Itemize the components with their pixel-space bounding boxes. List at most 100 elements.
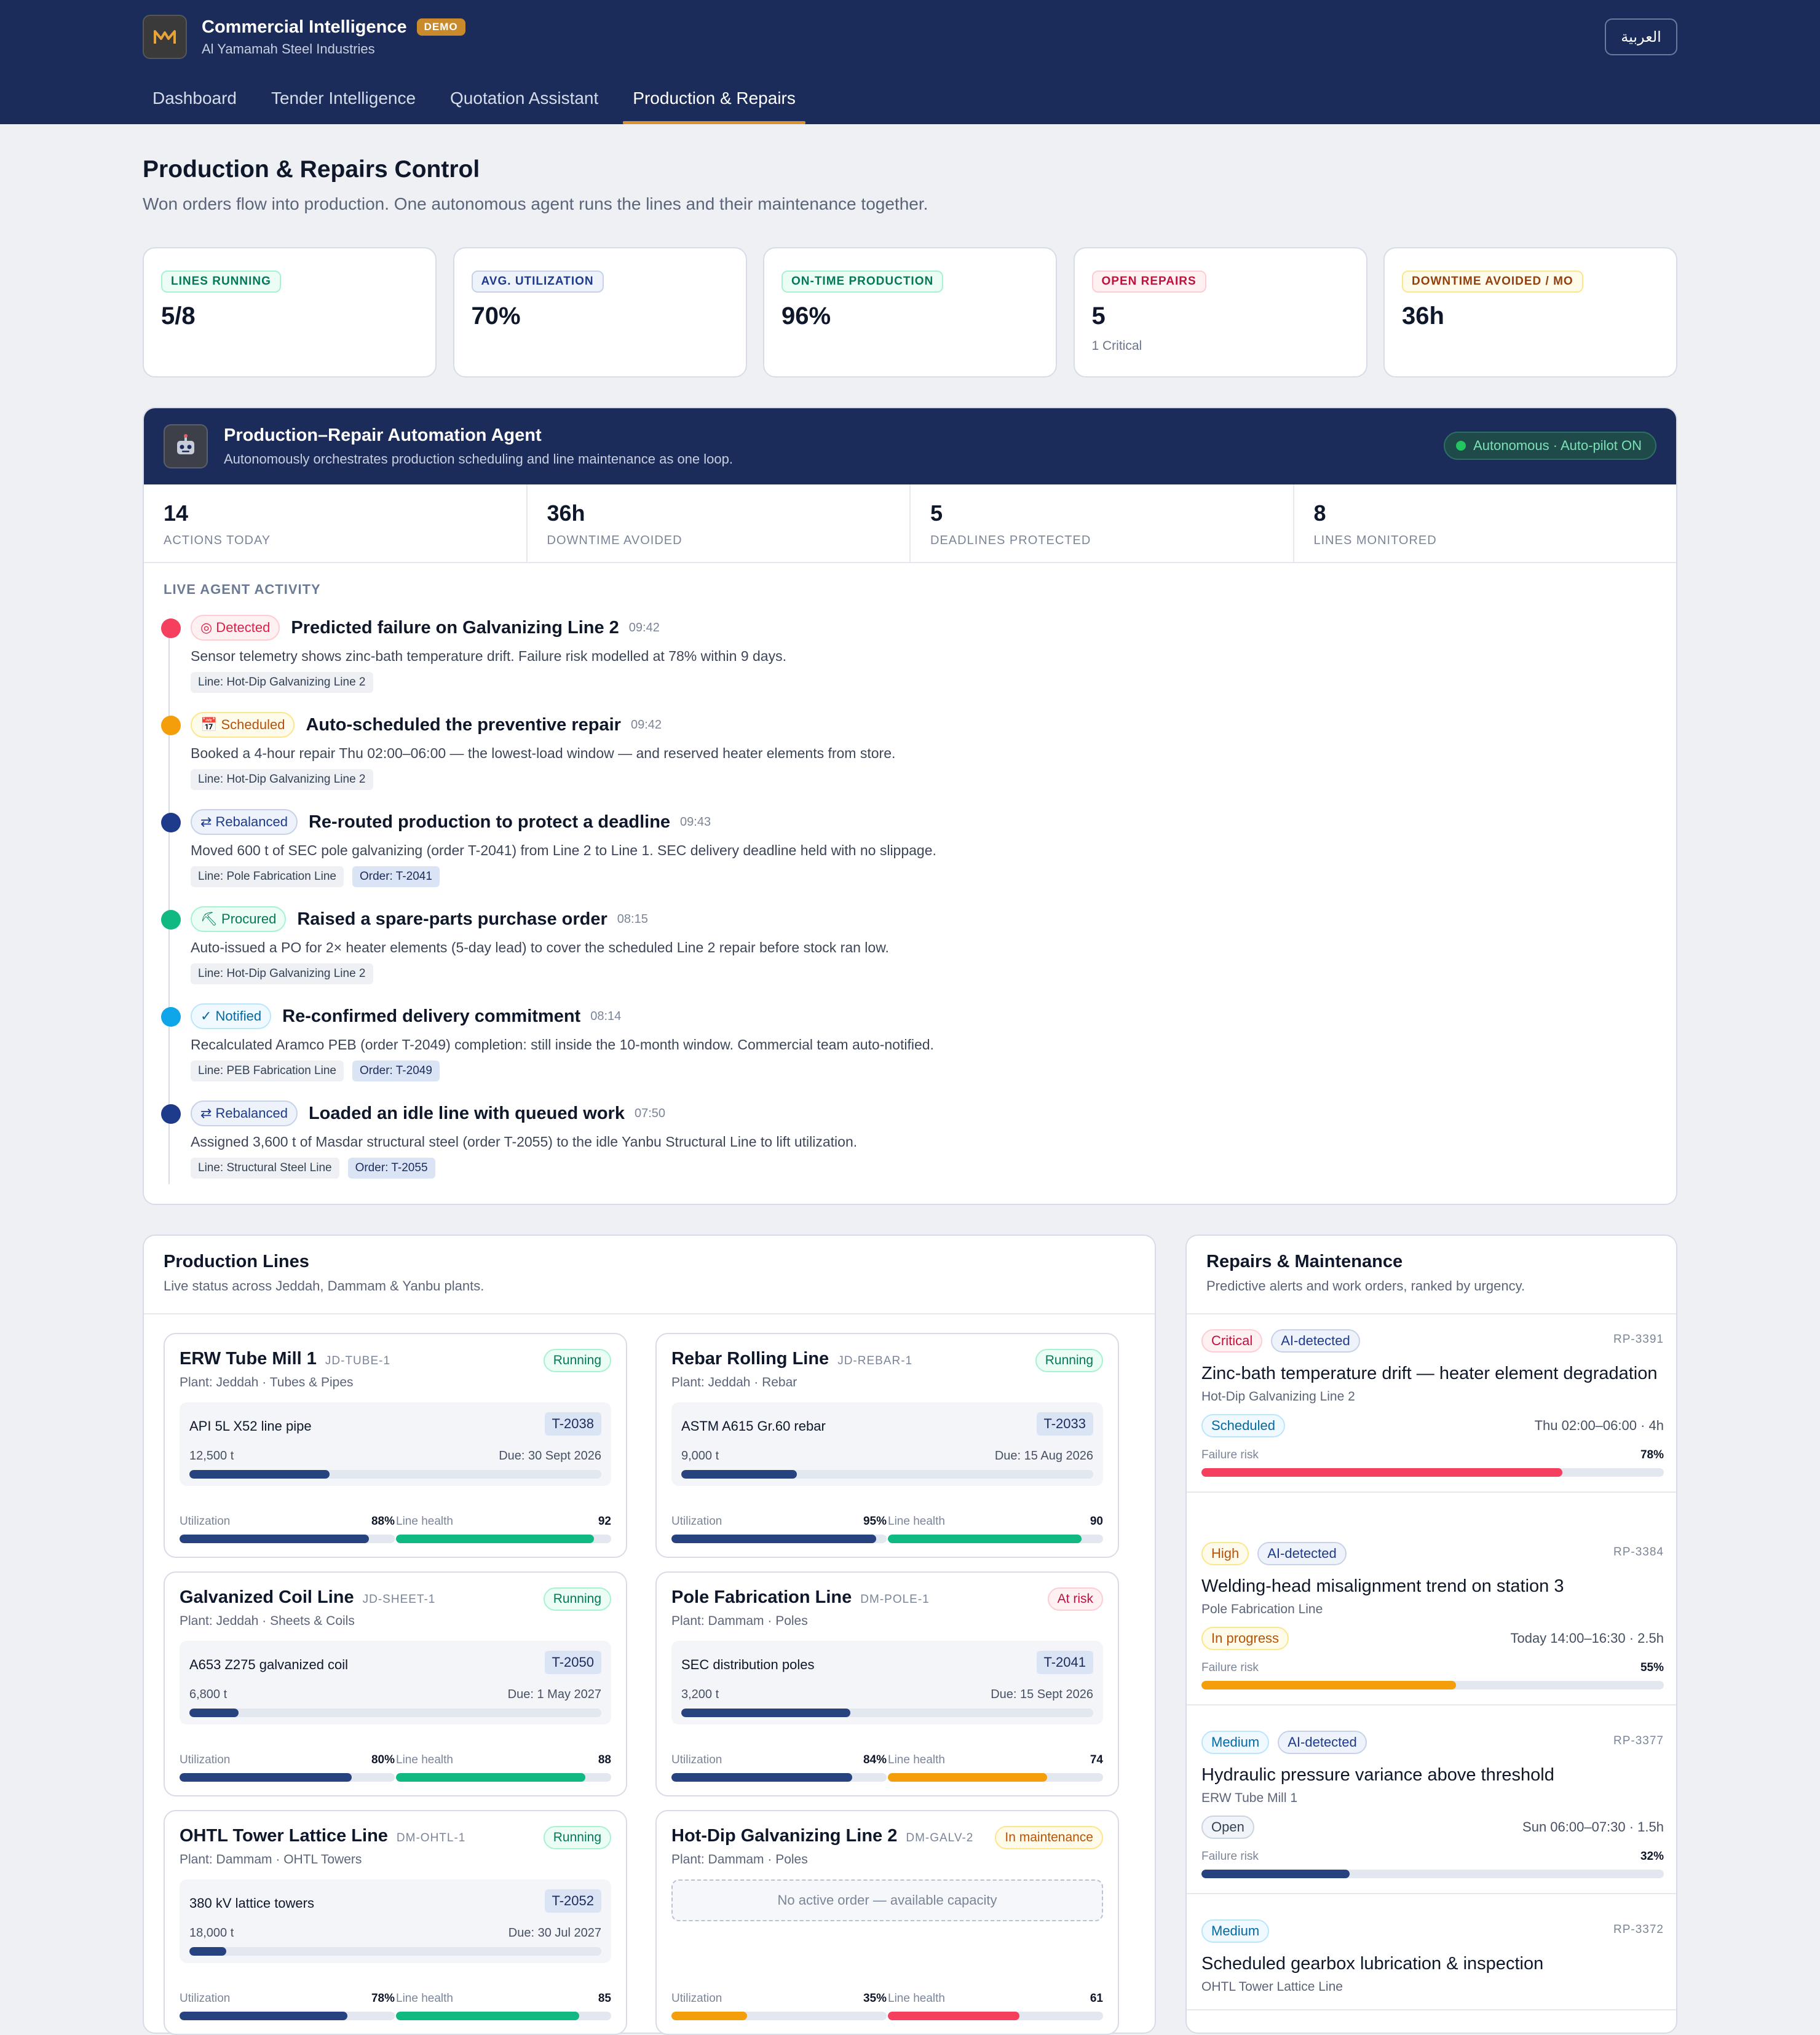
activity-item[interactable]: ✓ Notified Re-confirmed delivery commitme… [156, 1002, 1656, 1099]
priority-badge: Medium [1201, 1731, 1270, 1754]
agent-stat-value: 5 [930, 500, 943, 526]
line-tag[interactable]: Line: PEB Fabrication Line [191, 1061, 344, 1081]
status-dot-icon [161, 1104, 181, 1124]
activity-item[interactable]: ⛏ Procured Raised a spare-parts purchase … [156, 905, 1656, 1002]
line-health-metric: Line health 74 [888, 1753, 1103, 1782]
utilization-fill [671, 1773, 852, 1782]
utilization-fill [180, 2012, 347, 2020]
line-tag[interactable]: Line: Hot-Dip Galvanizing Line 2 [191, 769, 373, 790]
nav-tab-dashboard[interactable]: Dashboard [143, 86, 247, 124]
production-line-card[interactable]: Galvanized Coil Line JD-SHEET-1 Running Pla… [164, 1571, 627, 1796]
kpi-card: ON-TIME PRODUCTION 96% [763, 247, 1057, 377]
line-health-row: Line health 90 [888, 1515, 1103, 1528]
line-name: Galvanized Coil Line [180, 1587, 354, 1607]
status-dot-icon [161, 910, 181, 930]
order-id[interactable]: T-2033 [1036, 1412, 1093, 1436]
production-line-card[interactable]: ERW Tube Mill 1 JD-TUBE-1 Running Plant: Je… [164, 1333, 627, 1558]
active-order[interactable]: SEC distribution poles T-2041 3,200 t Due: … [671, 1641, 1103, 1725]
activity-description: Auto-issued a PO for 2× heater elements … [191, 939, 889, 955]
utilization-metric: Utilization 84% [671, 1753, 887, 1782]
activity-header: ◎ Detected Predicted failure on Galvanizi… [191, 614, 1656, 642]
production-line-card[interactable]: Pole Fabrication Line DM-POLE-1 At risk Pla… [655, 1571, 1119, 1796]
activity-description: Booked a 4-hour repair Thu 02:00–06:00 —… [191, 745, 896, 761]
activity-item[interactable]: ◎ Detected Predicted failure on Galvanizi… [156, 614, 1656, 711]
order-id[interactable]: T-2052 [544, 1889, 601, 1913]
utilization-label: Utilization [671, 1515, 722, 1528]
activity-title: Predicted failure on Galvanizing Line 2 [291, 617, 619, 638]
line-tag[interactable]: Line: Structural Steel Line [191, 1158, 339, 1179]
line-metrics: Utilization 95% Line health 90 [671, 1515, 1103, 1543]
order-tag[interactable]: Order: T-2041 [352, 866, 440, 887]
kpi-card: DOWNTIME AVOIDED / MO 36h [1383, 247, 1677, 377]
line-status-badge: Running [543, 1826, 611, 1849]
order-id[interactable]: T-2050 [544, 1651, 601, 1674]
order-tag[interactable]: Order: T-2049 [352, 1061, 440, 1081]
line-metrics: Utilization 88% Line health 92 [180, 1515, 611, 1543]
repair-item[interactable]: High AI-detected RP-3384 Welding-head misal… [1187, 1527, 1676, 1705]
line-tag[interactable]: Line: Pole Fabrication Line [191, 866, 344, 887]
line-health-value: 85 [598, 1992, 611, 2005]
repair-window: Today 14:00–16:30 · 2.5h [1510, 1630, 1664, 1646]
active-order[interactable]: ASTM A615 Gr.60 rebar T-2033 9,000 t Due: 1… [671, 1402, 1103, 1486]
activity-item[interactable]: 📅 Scheduled Auto-scheduled the preventive… [156, 711, 1656, 808]
repairs-panel: Repairs & Maintenance Predictive alerts … [1185, 1235, 1677, 2034]
utilization-bar [671, 1773, 887, 1782]
kpi-value: 5/8 [161, 302, 196, 330]
nav-tab-quotation-assistant[interactable]: Quotation Assistant [440, 86, 608, 124]
repair-item[interactable]: Critical AI-detected RP-3391 Zinc-bath temp… [1187, 1314, 1676, 1493]
utilization-fill [180, 1773, 352, 1782]
failure-risk-row: Failure risk 55% [1201, 1661, 1664, 1675]
order-tag[interactable]: Order: T-2055 [347, 1158, 435, 1179]
repair-item[interactable]: Medium RP-3372 Scheduled gearbox lubricati… [1187, 1905, 1676, 2010]
order-product: SEC distribution poles [681, 1657, 815, 1672]
ai-detected-badge: AI-detected [1278, 1731, 1367, 1754]
line-health-metric: Line health 85 [396, 1992, 611, 2020]
autopilot-status-badge[interactable]: Autonomous · Auto-pilot ON [1444, 432, 1656, 460]
line-plant: Plant: Dammam · Poles [671, 1614, 808, 1628]
active-order[interactable]: A653 Z275 galvanized coil T-2050 6,800 t Du… [180, 1641, 611, 1725]
line-health-value: 88 [598, 1753, 611, 1766]
activity-item[interactable]: ⇄ Rebalanced Loaded an idle line with que… [156, 1099, 1656, 1196]
activity-item[interactable]: ⇄ Rebalanced Re-routed production to prot… [156, 808, 1656, 905]
active-order[interactable]: API 5L X52 line pipe T-2038 12,500 t Due: 3… [180, 1402, 611, 1486]
production-line-card[interactable]: Hot-Dip Galvanizing Line 2 DM-GALV-2 In ma… [655, 1810, 1119, 2035]
failure-risk-value: 32% [1640, 1850, 1664, 1863]
nav-tab-production-repairs[interactable]: Production & Repairs [623, 86, 805, 124]
utilization-value: 35% [863, 1992, 887, 2005]
failure-risk-label: Failure risk [1201, 1448, 1259, 1461]
demo-badge: DEMO [416, 18, 465, 36]
active-order[interactable]: 380 kV lattice towers T-2052 18,000 t Due: … [180, 1879, 611, 1963]
production-lines-panel: Production Lines Live status across Jedd… [143, 1235, 1156, 2035]
activity-time: 09:42 [628, 620, 660, 634]
production-line-card[interactable]: OHTL Tower Lattice Line DM-OHTL-1 Running P… [164, 1810, 627, 2035]
kpi-value: 96% [781, 302, 831, 330]
activity-title: Re-confirmed delivery commitment [282, 1006, 581, 1026]
utilization-metric: Utilization 78% [180, 1992, 395, 2020]
activity-header: ✓ Notified Re-confirmed delivery commitme… [191, 1002, 1656, 1030]
production-line-card[interactable]: Rebar Rolling Line JD-REBAR-1 Running Plant… [655, 1333, 1119, 1558]
nav-tab-tender-intelligence[interactable]: Tender Intelligence [261, 86, 425, 124]
activity-tags: Line: Hot-Dip Galvanizing Line 2 [191, 769, 1656, 790]
agent-stat-label: ACTIONS TODAY [164, 534, 271, 547]
line-tag[interactable]: Line: Hot-Dip Galvanizing Line 2 [191, 963, 373, 984]
line-name: Pole Fabrication Line [671, 1587, 852, 1607]
utilization-metric: Utilization 95% [671, 1515, 887, 1543]
repair-id: RP-3372 [1613, 1923, 1664, 1936]
live-activity-label: LIVE AGENT ACTIVITY [164, 582, 321, 597]
line-plant: Plant: Dammam · Poles [671, 1852, 808, 1867]
utilization-bar [180, 2012, 395, 2020]
line-tag[interactable]: Line: Hot-Dip Galvanizing Line 2 [191, 672, 373, 693]
language-toggle-button[interactable]: العربية [1605, 18, 1677, 55]
line-plant: Plant: Jeddah · Rebar [671, 1375, 797, 1389]
activity-time: 09:42 [630, 717, 662, 732]
line-health-fill [396, 1773, 585, 1782]
order-id[interactable]: T-2041 [1036, 1651, 1093, 1674]
utilization-label: Utilization [180, 1992, 231, 2005]
line-health-metric: Line health 90 [888, 1515, 1103, 1543]
repair-item[interactable]: Medium AI-detected RP-3377 Hydraulic pressu… [1187, 1716, 1676, 1894]
agent-stat-value: 14 [164, 500, 189, 526]
order-id[interactable]: T-2038 [544, 1412, 601, 1436]
top-header: Commercial Intelligence DEMO Al Yamamah … [0, 0, 1820, 124]
repair-title: Zinc-bath temperature drift — heater ele… [1201, 1364, 1658, 1383]
repair-line: OHTL Tower Lattice Line [1201, 1980, 1343, 1994]
